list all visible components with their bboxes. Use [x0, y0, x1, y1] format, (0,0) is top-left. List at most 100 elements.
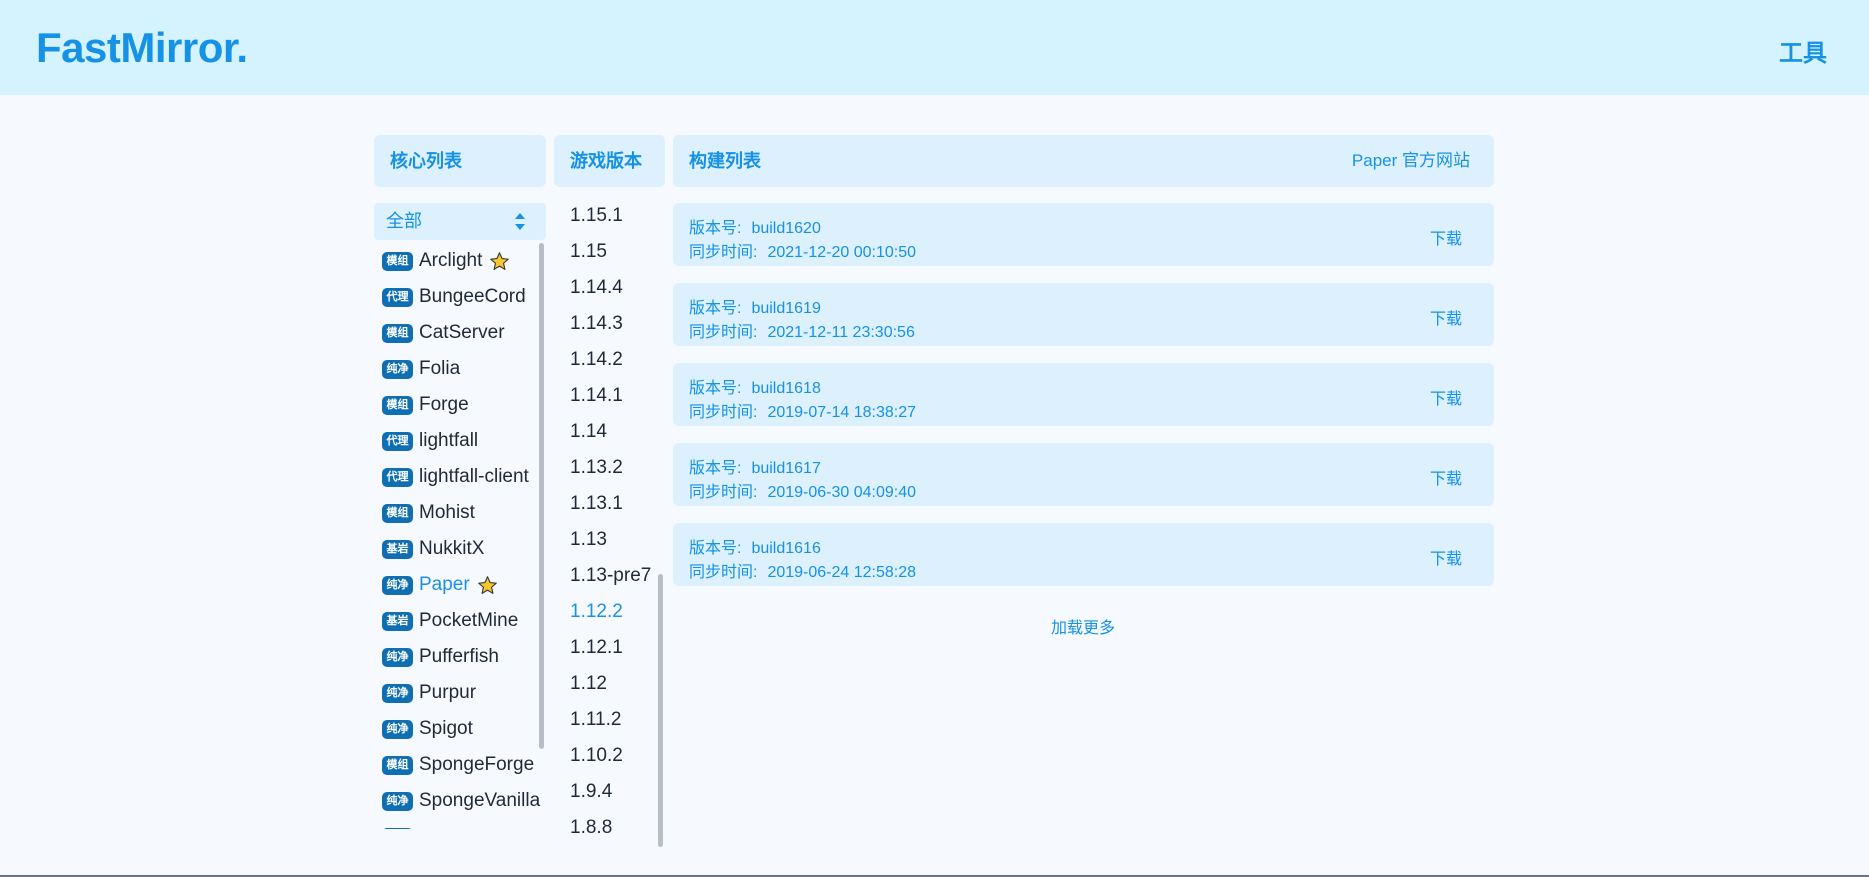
- core-item-pufferfish[interactable]: 纯净 Pufferfish: [382, 639, 499, 675]
- core-item-label: PocketMine: [419, 610, 519, 631]
- core-type-badge: 纯净: [382, 575, 413, 595]
- download-button[interactable]: 下载: [1430, 305, 1462, 329]
- build-sync-line: 同步时间: 2019-07-14 18:38:27: [689, 398, 916, 422]
- star-icon[interactable]: [477, 575, 498, 596]
- core-item-label: Forge: [419, 394, 469, 415]
- core-item-bungeecord[interactable]: 代理 BungeeCord: [382, 279, 526, 315]
- build-sync-line: 同步时间: 2021-12-20 00:10:50: [689, 238, 916, 262]
- core-item-spigot[interactable]: 纯净 Spigot: [382, 711, 473, 747]
- version-list: 1.15.1 1.15 1.14.4 1.14.3 1.14.2 1.14.1 1.14 1.…: [554, 198, 665, 838]
- core-item-label: NukkitX: [419, 538, 485, 559]
- version-item[interactable]: 1.8.8: [570, 810, 612, 838]
- core-item-label: lightfall-client: [419, 466, 529, 487]
- core-item-label: lightfall: [419, 430, 479, 451]
- build-sync-line: 同步时间: 2019-06-24 12:58:28: [689, 558, 916, 582]
- core-item-spongeforge[interactable]: 模组 SpongeForge: [382, 747, 534, 783]
- version-item[interactable]: 1.12.2: [570, 594, 623, 630]
- core-item-mohist[interactable]: 模组 Mohist: [382, 495, 475, 531]
- download-button[interactable]: 下载: [1430, 225, 1462, 249]
- core-type-badge: 代理: [382, 431, 413, 451]
- core-item-folia[interactable]: 纯净 Folia: [382, 351, 460, 387]
- core-type-badge: 纯净: [382, 647, 413, 667]
- version-item[interactable]: 1.15: [570, 234, 607, 270]
- version-item[interactable]: 1.13: [570, 522, 607, 558]
- build-sync-value: 2019-07-14 18:38:27: [767, 404, 917, 421]
- build-sync-label: 同步时间:: [689, 484, 758, 501]
- core-item-forge[interactable]: 模组 Forge: [382, 387, 469, 423]
- core-item-arclight[interactable]: 模组 Arclight: [382, 243, 510, 279]
- core-item-spongevanilla[interactable]: 纯净 SpongeVanilla: [382, 783, 540, 819]
- core-type-badge: 代理: [382, 287, 413, 307]
- version-item[interactable]: 1.13-pre7: [570, 558, 651, 594]
- version-item[interactable]: 1.11.2: [570, 702, 621, 738]
- core-type-badge: 模组: [382, 395, 413, 415]
- build-version-label: 版本号:: [689, 300, 742, 317]
- core-item-label: Mohist: [419, 502, 475, 523]
- build-version-label: 版本号:: [689, 220, 742, 237]
- star-icon[interactable]: [489, 251, 510, 272]
- core-item-partial[interactable]: [382, 819, 419, 829]
- build-version-value: build1618: [751, 380, 821, 397]
- core-item-catserver[interactable]: 模组 CatServer: [382, 315, 505, 351]
- build-version-line: 版本号: build1618: [689, 374, 821, 398]
- game-version-header: 游戏版本: [554, 135, 665, 187]
- version-list-scrollbar[interactable]: [658, 574, 663, 847]
- core-item-label: Spigot: [419, 718, 473, 739]
- build-version-line: 版本号: build1617: [689, 454, 821, 478]
- build-card: 版本号: build1618 同步时间: 2019-07-14 18:38:27 下载: [673, 363, 1494, 426]
- core-item-label: BungeeCord: [419, 286, 526, 307]
- build-version-line: 版本号: build1619: [689, 294, 821, 318]
- core-type-badge: 纯净: [382, 359, 413, 379]
- core-type-select[interactable]: 全部: [374, 203, 546, 240]
- core-type-badge: 模组: [382, 755, 413, 775]
- build-sync-label: 同步时间:: [689, 404, 758, 421]
- version-item[interactable]: 1.13.2: [570, 450, 623, 486]
- tools-link[interactable]: 工具: [1779, 33, 1827, 68]
- core-item-purpur[interactable]: 纯净 Purpur: [382, 675, 476, 711]
- core-item-nukkitx[interactable]: 基岩 NukkitX: [382, 531, 484, 567]
- core-item-label: Arclight: [419, 250, 483, 271]
- download-button[interactable]: 下载: [1430, 385, 1462, 409]
- version-item[interactable]: 1.14.3: [570, 306, 623, 342]
- core-item-lightfall-client[interactable]: 代理 lightfall-client: [382, 459, 529, 495]
- site-logo[interactable]: FastMirror.: [36, 24, 248, 72]
- download-button[interactable]: 下载: [1430, 465, 1462, 489]
- core-item-pocketmine[interactable]: 基岩 PocketMine: [382, 603, 518, 639]
- load-more-button[interactable]: 加载更多: [1051, 614, 1115, 638]
- core-item-label: SpongeForge: [419, 754, 535, 775]
- core-item-label: SpongeVanilla: [419, 790, 541, 811]
- core-type-badge: 模组: [382, 323, 413, 343]
- build-sync-value: 2019-06-30 04:09:40: [767, 484, 917, 501]
- version-item[interactable]: 1.12: [570, 666, 607, 702]
- core-type-badge: 模组: [382, 251, 413, 271]
- build-version-value: build1619: [751, 300, 821, 317]
- core-list-header: 核心列表: [374, 135, 546, 187]
- download-button[interactable]: 下载: [1430, 545, 1462, 569]
- build-sync-label: 同步时间:: [689, 244, 758, 261]
- version-item[interactable]: 1.12.1: [570, 630, 623, 666]
- core-item-lightfall[interactable]: 代理 lightfall: [382, 423, 478, 459]
- version-item[interactable]: 1.14.1: [570, 378, 623, 414]
- version-item[interactable]: 1.14.4: [570, 270, 623, 306]
- core-type-badge: 基岩: [382, 611, 413, 631]
- official-site-link[interactable]: Paper 官方网站: [1352, 135, 1470, 187]
- version-item[interactable]: 1.13.1: [570, 486, 623, 522]
- build-sync-value: 2019-06-24 12:58:28: [767, 564, 917, 581]
- build-list-header: 构建列表 Paper 官方网站: [673, 135, 1494, 187]
- core-type-badge: [382, 827, 413, 829]
- core-type-select-value: 全部: [386, 211, 422, 231]
- core-item-label: Folia: [419, 358, 461, 379]
- version-item[interactable]: 1.10.2: [570, 738, 623, 774]
- core-type-badge: 基岩: [382, 539, 413, 559]
- version-item[interactable]: 1.9.4: [570, 774, 612, 810]
- core-list-scrollbar[interactable]: [539, 243, 544, 749]
- build-sync-label: 同步时间:: [689, 564, 758, 581]
- build-sync-line: 同步时间: 2021-12-11 23:30:56: [689, 318, 915, 342]
- version-item[interactable]: 1.15.1: [570, 198, 623, 234]
- version-item[interactable]: 1.14.2: [570, 342, 623, 378]
- build-card: 版本号: build1620 同步时间: 2021-12-20 00:10:50 下载: [673, 203, 1494, 266]
- build-card: 版本号: build1616 同步时间: 2019-06-24 12:58:28 下载: [673, 523, 1494, 586]
- build-version-label: 版本号:: [689, 540, 742, 557]
- version-item[interactable]: 1.14: [570, 414, 607, 450]
- core-item-paper[interactable]: 纯净 Paper: [382, 567, 498, 603]
